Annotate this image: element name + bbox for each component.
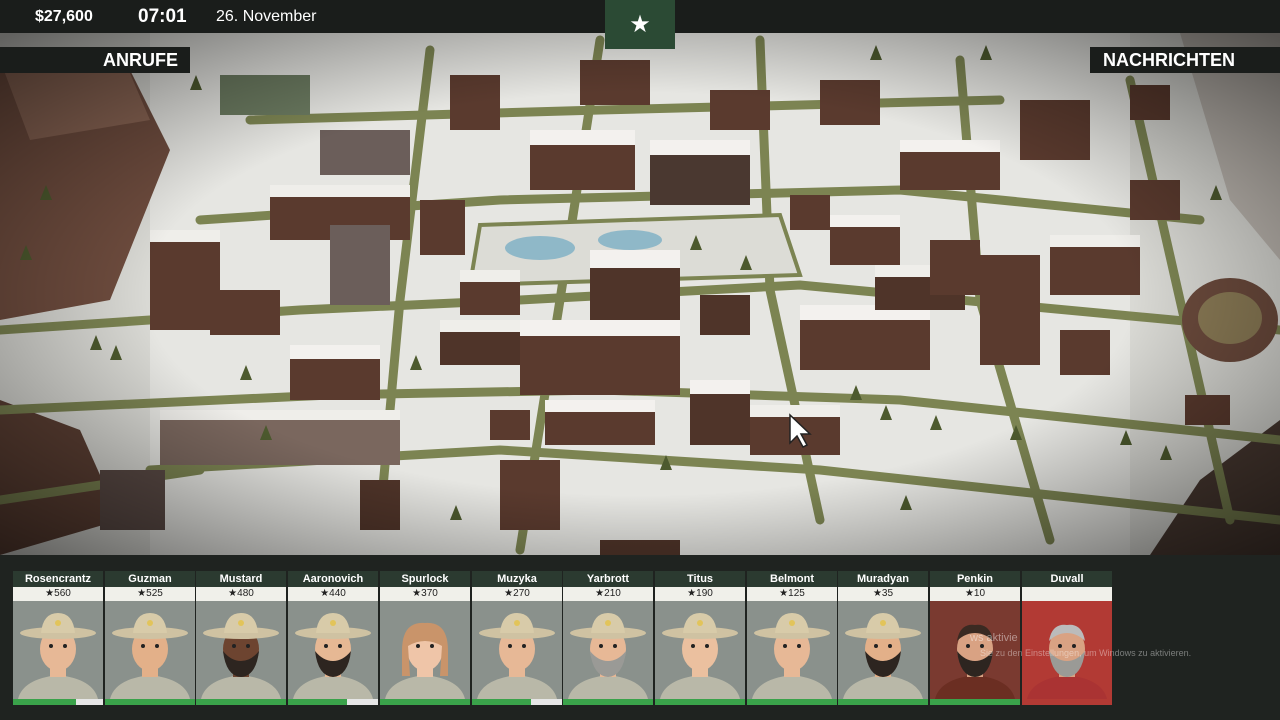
unit-score: ★125: [747, 587, 837, 601]
unit-progress-bar: [655, 699, 745, 705]
news-button[interactable]: NACHRICHTEN: [1090, 47, 1280, 73]
unit-name: Yarbrott: [563, 571, 653, 587]
unit-card[interactable]: Spurlock ★370: [380, 571, 470, 705]
news-label: NACHRICHTEN: [1103, 49, 1235, 70]
unit-progress-bar: [472, 699, 531, 705]
unit-score: [1022, 587, 1112, 601]
unit-card[interactable]: Guzman ★525: [105, 571, 195, 705]
unit-card[interactable]: Mustard ★480: [196, 571, 286, 705]
star-button[interactable]: ★: [605, 0, 675, 49]
unit-score: ★525: [105, 587, 195, 601]
unit-portrait-icon: [288, 601, 378, 699]
unit-portrait-icon: [105, 601, 195, 699]
unit-progress-bar: [196, 699, 286, 705]
unit-name: Guzman: [105, 571, 195, 587]
unit-progress-bar: [288, 699, 347, 705]
unit-score: ★480: [196, 587, 286, 601]
unit-progress-bar: [380, 699, 470, 705]
unit-progress-bar: [13, 699, 76, 705]
unit-portrait-icon: [747, 601, 837, 699]
town-map[interactable]: [0, 33, 1280, 555]
unit-score: ★10: [930, 587, 1020, 601]
unit-card[interactable]: Belmont ★125: [747, 571, 837, 705]
unit-card[interactable]: Muradyan ★35: [838, 571, 928, 705]
unit-card[interactable]: Aaronovich ★440: [288, 571, 378, 705]
windows-activation-watermark: ws aktivie: [970, 632, 1018, 644]
unit-card[interactable]: Muzyka ★270: [472, 571, 562, 705]
unit-name: Spurlock: [380, 571, 470, 587]
unit-portrait-icon: [196, 601, 286, 699]
clock-display: 07:01: [138, 6, 187, 27]
unit-portrait-icon: [838, 601, 928, 699]
unit-portrait-icon: [563, 601, 653, 699]
unit-name: Titus: [655, 571, 745, 587]
calls-button[interactable]: ANRUFE: [0, 47, 190, 73]
windows-activation-text: Sie zu den Einstellungen, um Windows zu …: [980, 648, 1192, 658]
unit-portrait-icon: [380, 601, 470, 699]
star-icon: ★: [629, 11, 651, 38]
unit-name: Duvall: [1022, 571, 1112, 587]
unit-card[interactable]: Yarbrott ★210: [563, 571, 653, 705]
unit-progress-bar: [930, 699, 1020, 705]
unit-name: Muzyka: [472, 571, 562, 587]
unit-name: Penkin: [930, 571, 1020, 587]
calls-label: ANRUFE: [103, 49, 178, 70]
unit-score: ★440: [288, 587, 378, 601]
unit-card[interactable]: Rosencrantz ★560: [13, 571, 103, 705]
unit-name: Aaronovich: [288, 571, 378, 587]
unit-card[interactable]: Titus ★190: [655, 571, 745, 705]
unit-portrait-icon: [13, 601, 103, 699]
unit-name: Muradyan: [838, 571, 928, 587]
unit-score: ★370: [380, 587, 470, 601]
unit-progress-bar: [105, 699, 195, 705]
unit-portrait-icon: [655, 601, 745, 699]
unit-name: Rosencrantz: [13, 571, 103, 587]
mouse-cursor-icon: [789, 413, 812, 448]
unit-name: Mustard: [196, 571, 286, 587]
unit-portrait-icon: [472, 601, 562, 699]
unit-score: ★270: [472, 587, 562, 601]
unit-score: ★560: [13, 587, 103, 601]
unit-score: ★190: [655, 587, 745, 601]
unit-progress-bar: [838, 699, 928, 705]
unit-score: ★210: [563, 587, 653, 601]
date-display: 26. November: [216, 8, 317, 25]
unit-card[interactable]: Duvall: [1022, 571, 1112, 705]
unit-progress-bar: [563, 699, 653, 705]
money-display: $27,600: [35, 8, 93, 25]
unit-progress-bar: [747, 699, 837, 705]
unit-score: ★35: [838, 587, 928, 601]
unit-name: Belmont: [747, 571, 837, 587]
